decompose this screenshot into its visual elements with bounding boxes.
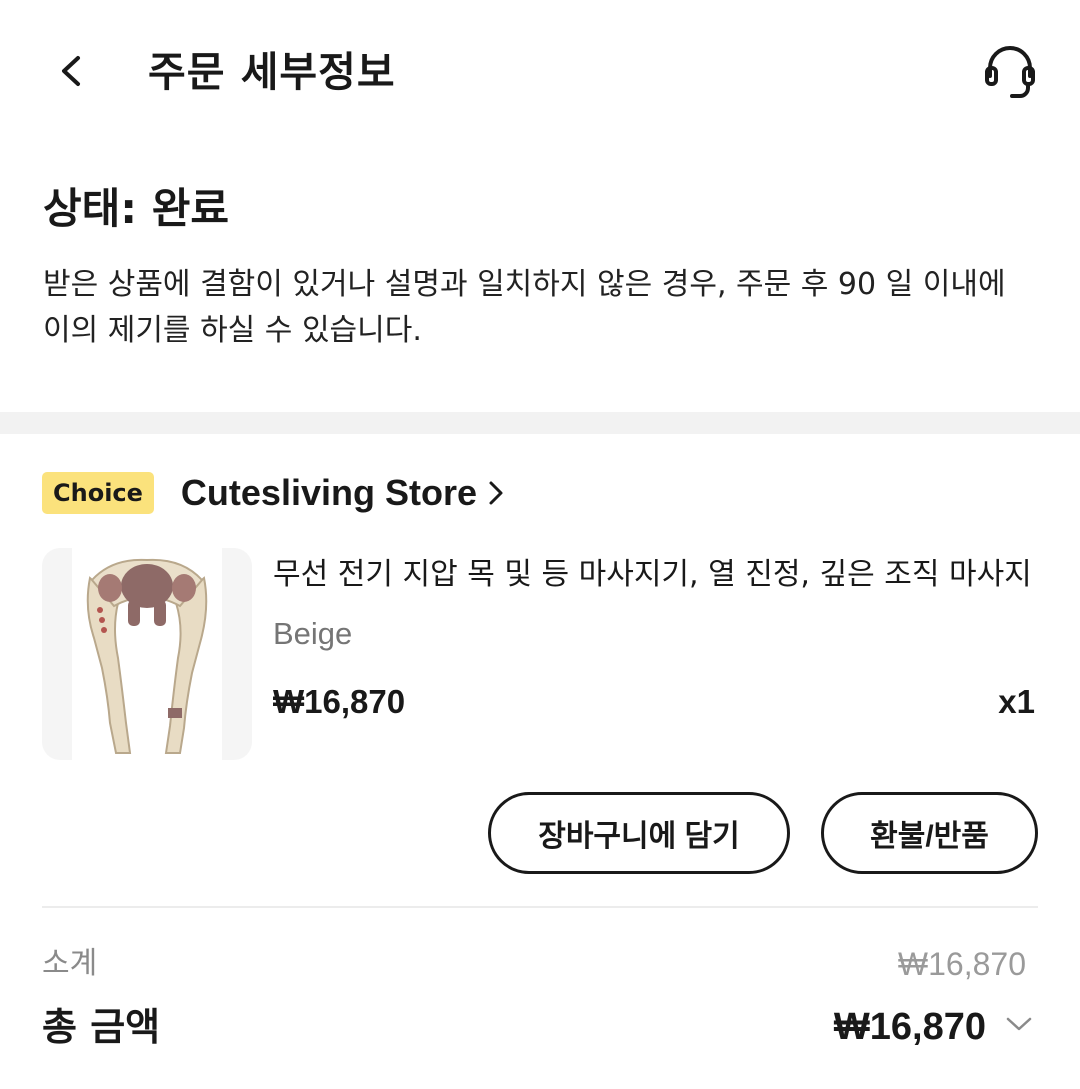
total-value: ₩16,870 <box>833 1006 986 1048</box>
chevron-down-icon[interactable] <box>1004 1012 1034 1036</box>
customer-support-button[interactable] <box>980 40 1040 102</box>
chevron-right-icon <box>489 481 503 505</box>
app-header: 주문 세부정보 <box>0 0 1080 150</box>
product-title[interactable]: 무선 전기 지압 목 및 등 마사지기, 열 진정, 깊은 조직 마사지 <box>273 552 1033 598</box>
product-image-area <box>72 548 222 760</box>
product-price: ₩16,870 <box>273 683 406 720</box>
neck-massager-image <box>86 558 208 754</box>
back-button[interactable] <box>52 48 92 94</box>
store-row: Choice Cutesliving Store <box>42 470 505 516</box>
subtotal-value: ₩16,870 <box>897 946 1026 982</box>
product-variant: Beige <box>273 616 353 651</box>
product-image[interactable] <box>42 548 252 760</box>
subtotal-label: 소계 <box>42 946 98 981</box>
total-label: 총 금액 <box>42 1005 161 1049</box>
store-name: Cutesliving Store <box>180 472 477 513</box>
refund-return-button[interactable]: 환불/반품 <box>821 792 1038 874</box>
store-link[interactable]: Cutesliving Store <box>181 470 505 516</box>
section-divider <box>0 412 1080 434</box>
order-status-title: 상태: 완료 <box>43 184 229 233</box>
headset-icon <box>985 46 1035 98</box>
add-to-cart-button[interactable]: 장바구니에 담기 <box>488 792 790 874</box>
summary-divider <box>42 906 1038 908</box>
chevron-left-icon <box>62 56 80 86</box>
choice-badge: Choice <box>42 472 154 514</box>
product-quantity: x1 <box>998 683 1035 720</box>
page-title: 주문 세부정보 <box>148 48 396 96</box>
dispute-notice: 받은 상품에 결함이 있거나 설명과 일치하지 않은 경우, 주문 후 90 일… <box>43 267 1006 348</box>
